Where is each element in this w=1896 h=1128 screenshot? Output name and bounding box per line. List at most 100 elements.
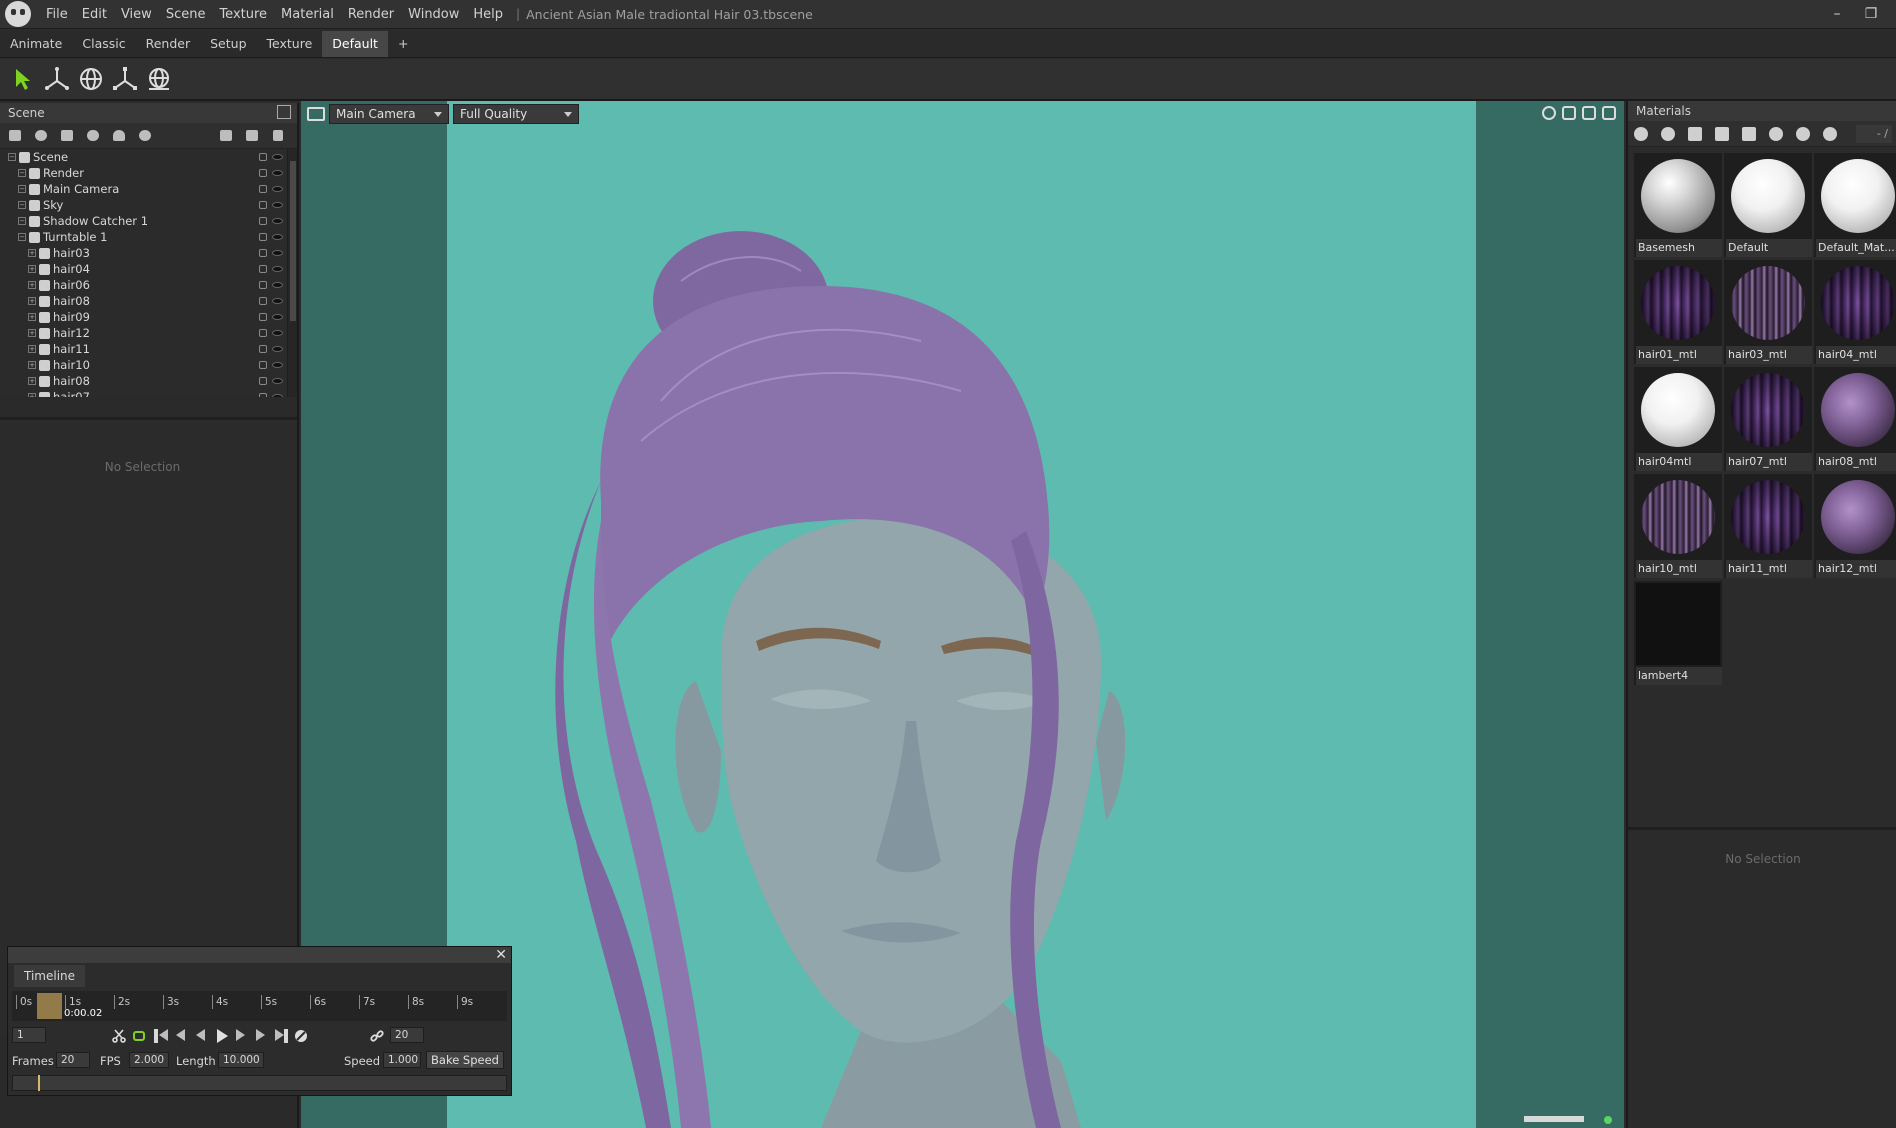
expand-toggle-icon[interactable]: + [28,313,36,321]
select-icon[interactable] [6,62,40,96]
duplicate-material-icon[interactable] [1661,126,1675,141]
camera-select[interactable]: Main Camera [329,104,449,124]
add-mesh-icon[interactable] [4,126,26,146]
visibility-eye-icon[interactable] [272,330,283,336]
restore-icon[interactable]: ❐ [1856,0,1886,29]
skip-to-end-icon[interactable] [275,1029,284,1041]
fps-field[interactable]: 2.000 [129,1052,169,1068]
popout-icon[interactable] [1602,106,1616,120]
folder-icon[interactable] [1715,126,1729,141]
app-logo-icon[interactable] [5,1,31,27]
expand-toggle-icon[interactable]: − [18,169,26,177]
add-camera-icon[interactable] [56,126,78,146]
length-field[interactable]: 10.000 [218,1052,264,1068]
record-icon[interactable] [294,1029,308,1043]
tree-item[interactable]: + hair08 [0,293,297,309]
timeline-ruler[interactable]: 0s 1s 2s 3s 4s 5s 6s 7s 8s 9s 0:00.02 [12,991,507,1021]
material-swatch[interactable]: hair07_mtl [1724,367,1812,471]
expand-toggle-icon[interactable]: + [28,329,36,337]
material-swatch[interactable]: hair10_mtl [1634,474,1722,578]
lock-icon[interactable] [259,281,267,289]
minimize-icon[interactable]: – [1822,0,1852,29]
expand-toggle-icon[interactable]: − [18,217,26,225]
tree-item[interactable]: + hair08 [0,373,297,389]
tree-item[interactable]: + hair04 [0,261,297,277]
play-forward-icon[interactable] [236,1029,245,1041]
tree-item[interactable]: + hair03 [0,245,297,261]
play-icon[interactable] [217,1029,228,1043]
material-swatch[interactable]: Default_Mat... [1814,153,1896,257]
tree-item[interactable]: − Scene [0,149,297,165]
skip-to-start-icon[interactable] [159,1029,168,1041]
tab-default[interactable]: Default [322,30,388,57]
current-frame-field[interactable]: 1 [12,1027,46,1043]
tree-item[interactable]: + hair07 [0,389,297,397]
material-swatch[interactable]: hair11_mtl [1724,474,1812,578]
menu-view[interactable]: View [114,0,159,29]
popout-icon[interactable] [277,105,291,119]
lock-icon[interactable] [259,265,267,273]
playhead[interactable] [36,993,62,1019]
visibility-eye-icon[interactable] [272,250,283,256]
tree-item[interactable]: + hair11 [0,341,297,357]
bake-speed-button[interactable]: Bake Speed [426,1051,504,1069]
lock-icon[interactable] [259,185,267,193]
lock-icon[interactable] [259,217,267,225]
scale-icon[interactable] [108,62,142,96]
add-shadow-catcher-icon[interactable] [108,126,130,146]
material-swatch[interactable]: hair01_mtl [1634,260,1722,364]
frame-icon[interactable] [1582,106,1596,120]
tree-item[interactable]: − Turntable 1 [0,229,297,245]
add-tab-button[interactable]: + [388,31,418,57]
pick-material-icon[interactable] [1769,126,1783,141]
settings-icon[interactable] [1542,106,1556,120]
visibility-eye-icon[interactable] [272,362,283,368]
end-frame-field[interactable]: 20 [390,1027,424,1043]
visibility-eye-icon[interactable] [272,154,283,160]
tree-item[interactable]: + hair06 [0,277,297,293]
step-back-icon[interactable] [176,1029,185,1041]
visibility-eye-icon[interactable] [272,170,283,176]
sync-material-icon[interactable] [1823,126,1837,141]
move-icon[interactable] [40,62,74,96]
scene-tree-scrollbar[interactable] [287,149,297,397]
lock-icon[interactable] [259,169,267,177]
tree-item[interactable]: + hair10 [0,357,297,373]
lock-icon[interactable] [259,233,267,241]
checker-icon[interactable] [1688,126,1702,141]
visibility-eye-icon[interactable] [272,314,283,320]
trash-icon[interactable] [267,126,289,146]
tab-texture[interactable]: Texture [257,31,323,57]
tree-item[interactable]: − Shadow Catcher 1 [0,213,297,229]
visibility-eye-icon[interactable] [272,186,283,192]
quality-select[interactable]: Full Quality [453,104,579,124]
visibility-eye-icon[interactable] [272,266,283,272]
material-swatch[interactable]: hair08_mtl [1814,367,1896,471]
step-forward-icon[interactable] [256,1029,265,1041]
expand-toggle-icon[interactable]: + [28,345,36,353]
tab-render[interactable]: Render [136,31,201,57]
tab-setup[interactable]: Setup [200,31,256,57]
menu-texture[interactable]: Texture [212,0,274,29]
visibility-eye-icon[interactable] [272,346,283,352]
menu-render[interactable]: Render [341,0,401,29]
scissors-icon[interactable] [112,1029,126,1043]
add-material-icon[interactable] [1634,126,1648,141]
rotate-icon[interactable] [74,62,108,96]
tree-item[interactable]: + hair09 [0,309,297,325]
tree-item[interactable]: − Main Camera [0,181,297,197]
close-icon[interactable]: ✕ [495,947,507,963]
material-swatch[interactable]: hair03_mtl [1724,260,1812,364]
expand-toggle-icon[interactable]: + [28,297,36,305]
frames-field[interactable]: 20 [56,1052,90,1068]
material-swatch[interactable]: Basemesh [1634,153,1722,257]
lock-icon[interactable] [259,297,267,305]
fit-view-icon[interactable] [1562,106,1576,120]
camera-icon[interactable] [307,107,325,121]
menu-material[interactable]: Material [274,0,341,29]
material-swatch[interactable]: hair04mtl [1634,367,1722,471]
expand-toggle-icon[interactable]: − [18,185,26,193]
expand-toggle-icon[interactable]: + [28,265,36,273]
scrubber-cursor[interactable] [38,1075,40,1091]
turntable-icon[interactable] [142,62,176,96]
